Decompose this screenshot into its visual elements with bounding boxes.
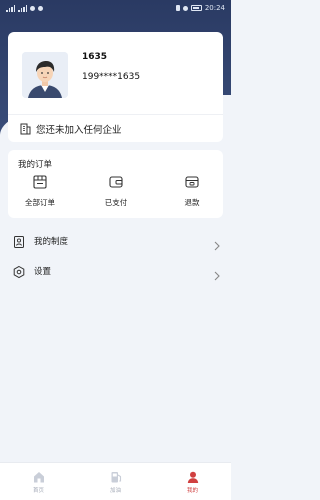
status-bar-left: [6, 4, 43, 12]
tab-fuel[interactable]: 加油: [77, 463, 154, 500]
menu-item-settings-label: 设置: [34, 267, 52, 277]
menu-item-regulations[interactable]: 我的制度: [8, 229, 223, 253]
bottom-tab-bar: 首页 加油 我的: [0, 462, 231, 500]
tab-mine-label: 我的: [186, 488, 198, 494]
order-refund-button[interactable]: 退款: [166, 174, 218, 214]
battery-icon: [190, 5, 202, 11]
order-list-icon: [32, 174, 48, 190]
wifi-icon: [182, 5, 188, 11]
status-time: 20:24: [204, 4, 225, 12]
chevron-right-icon: [213, 266, 221, 281]
orders-card: 我的订单 全部订单 已支付 退款: [8, 150, 223, 218]
gear-icon: [12, 264, 26, 279]
order-refund-label: 退款: [184, 198, 200, 207]
tab-mine[interactable]: 我的: [154, 463, 231, 500]
app-notification-icon: [38, 5, 43, 11]
profile-card[interactable]: 1635 199****1635 您还未加入任何企业: [8, 32, 223, 142]
company-row[interactable]: 您还未加入任何企业: [20, 120, 122, 138]
status-bar: 20:24: [0, 0, 231, 16]
orders-title: 我的订单: [18, 160, 53, 170]
signal-icon: [6, 4, 15, 12]
bluetooth-icon: [175, 5, 180, 11]
notification-icon: [30, 5, 35, 11]
company-notice: 您还未加入任何企业: [36, 125, 122, 136]
building-icon: [20, 120, 31, 139]
order-paid-label: 已支付: [104, 198, 128, 207]
tab-fuel-label: 加油: [109, 488, 121, 494]
fuel-icon: [109, 469, 123, 483]
chevron-right-icon: [213, 236, 221, 251]
regulation-icon: [12, 234, 26, 248]
tab-home-label: 首页: [32, 488, 44, 494]
menu-item-settings[interactable]: 设置: [8, 259, 223, 283]
order-all-button[interactable]: 全部订单: [14, 174, 66, 214]
status-bar-right: 20:24: [175, 4, 225, 12]
home-icon: [32, 469, 46, 483]
refund-icon: [184, 174, 200, 190]
order-paid-button[interactable]: 已支付: [90, 174, 142, 214]
signal-icon-2: [18, 4, 27, 12]
order-all-label: 全部订单: [25, 198, 55, 207]
user-name: 1635: [82, 52, 108, 62]
tab-home[interactable]: 首页: [0, 463, 77, 500]
profile-icon: [186, 469, 200, 483]
profile-divider: [8, 114, 223, 115]
user-phone: 199****1635: [82, 72, 141, 82]
wallet-icon: [108, 174, 124, 190]
menu-item-regulations-label: 我的制度: [34, 237, 69, 247]
avatar[interactable]: [22, 52, 68, 98]
